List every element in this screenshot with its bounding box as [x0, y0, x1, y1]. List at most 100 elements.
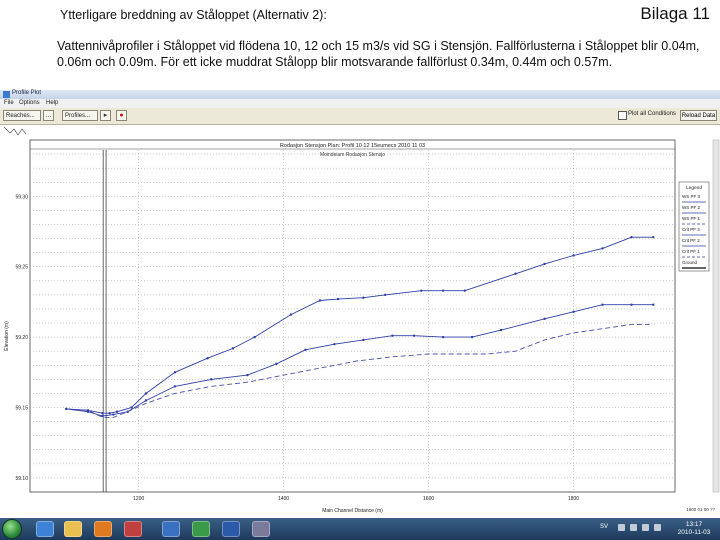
series-point-2 — [572, 310, 575, 313]
volume-icon[interactable] — [654, 524, 661, 531]
flag-icon[interactable] — [642, 524, 649, 531]
appendix-label: Bilaga 11 — [640, 4, 710, 23]
window-title: Profile Plot — [12, 90, 42, 96]
menu-file[interactable]: File — [4, 100, 14, 106]
series-point-1 — [601, 247, 604, 250]
reaches-button[interactable]: Reaches... — [3, 110, 41, 121]
toolbar: Reaches... … Profiles... ▸ ● Plot all Co… — [0, 108, 720, 125]
series-point-2 — [601, 303, 604, 306]
legend-entry-label: WS PF 3 — [682, 194, 700, 199]
plot-all-conditions-checkbox[interactable] — [618, 111, 627, 120]
ie-icon[interactable] — [36, 521, 54, 537]
media-player-icon[interactable] — [94, 521, 112, 537]
series-point-2 — [209, 378, 213, 381]
reaches-settings-button[interactable]: … — [43, 110, 54, 121]
legend-entry-label: Crit PF 1 — [682, 249, 700, 254]
series-point-2 — [499, 328, 503, 332]
profiles-button[interactable]: Profiles... — [62, 110, 98, 121]
series-point-1 — [101, 411, 104, 415]
series-point-1 — [652, 235, 655, 239]
series-point-2 — [144, 399, 148, 402]
clock-date: 2010-11-03 — [677, 529, 711, 536]
y-axis-label: Elevation (m) — [4, 321, 10, 351]
reload-data-button[interactable]: Reload Data — [680, 110, 717, 121]
play-button[interactable]: ▸ — [100, 110, 111, 121]
clock-time: 13:17 — [685, 521, 703, 528]
x-tick-label: 1800 — [568, 496, 579, 502]
menu-help[interactable]: Help — [46, 100, 58, 106]
x-tick-label: 1200 — [133, 496, 144, 502]
profile-plot-task-icon[interactable] — [252, 521, 270, 537]
series-point-1 — [543, 262, 546, 266]
plot-area: Rodasjon Stensjon Plan: Profil 10 12 15e… — [0, 125, 720, 518]
series-point-1 — [463, 289, 467, 292]
vertical-scrollbar — [712, 139, 720, 493]
menu-bar: File Options Help — [0, 99, 720, 108]
series-point-1 — [231, 347, 235, 350]
series-point-2 — [630, 303, 633, 306]
legend-entry-label: Crit PF 2 — [682, 238, 700, 243]
series-point-1 — [514, 272, 517, 275]
cross-section-thumbnail — [3, 126, 27, 136]
series-point-2 — [543, 317, 546, 321]
legend-entry-label: Crit PF 3 — [682, 227, 700, 232]
series-point-2 — [275, 362, 278, 366]
series-point-2 — [86, 410, 90, 413]
profile-plot-window: Profile Plot File Options Help Reaches..… — [0, 90, 720, 518]
excel-icon[interactable] — [192, 521, 210, 537]
network-icon[interactable] — [630, 524, 637, 531]
series-point-1 — [253, 335, 256, 339]
clock[interactable]: 13:17 2010-11-03 — [670, 521, 718, 537]
y-tick-label: 59.20 — [15, 335, 28, 341]
word-icon[interactable] — [222, 521, 240, 537]
series-point-1 — [383, 293, 387, 297]
ellipsis-icon: … — [45, 112, 52, 119]
legend-entry-label: Ground — [682, 260, 698, 265]
series-point-1 — [572, 254, 575, 257]
language-indicator[interactable]: SV — [600, 524, 608, 530]
series-point-1 — [173, 371, 177, 374]
series-point-1 — [144, 392, 148, 395]
series-point-2 — [652, 303, 655, 306]
app-icon — [3, 91, 10, 98]
stop-button[interactable]: ● — [116, 110, 127, 121]
document-title: Ytterligare breddning av Ståloppet (Alte… — [60, 8, 327, 22]
y-tick-label: 59.10 — [15, 476, 28, 482]
chart-subtitle: Moindeiam Rodasjon Stensjo — [320, 152, 385, 158]
corner-label: 1900 01 00 ?? — [686, 507, 715, 512]
series-point-1 — [108, 411, 111, 415]
series-point-2 — [391, 334, 394, 337]
y-tick-label: 59.15 — [15, 406, 28, 412]
profile-chart: Rodasjon Stensjon Plan: Profil 10 12 15e… — [3, 126, 720, 514]
series-point-1 — [289, 313, 293, 316]
x-axis-label: Main Channel Distance (m) — [322, 508, 383, 514]
series-point-2 — [412, 334, 416, 337]
legend-entry-label: WS PF 2 — [682, 205, 700, 210]
legend-title: Legend — [686, 185, 702, 191]
play-icon: ▸ — [103, 112, 108, 119]
series-point-2 — [333, 342, 336, 346]
series-point-1 — [115, 410, 119, 413]
series-point-2 — [362, 338, 365, 342]
tray-arrow-icon[interactable] — [618, 524, 625, 531]
series-point-2 — [246, 373, 249, 377]
series-point-2 — [304, 348, 307, 351]
start-button[interactable] — [2, 519, 22, 539]
series-point-2 — [112, 413, 115, 416]
document-description: Vattennivåprofiler i Ståloppet vid flöde… — [57, 39, 700, 69]
series-point-1 — [318, 299, 322, 302]
stop-icon: ● — [119, 112, 124, 119]
document-header: Ytterligare breddning av Ståloppet (Alte… — [0, 0, 720, 90]
hec-ras-icon[interactable] — [162, 521, 180, 537]
y-tick-label: 59.25 — [15, 265, 28, 271]
taskbar: SV 13:17 2010-11-03 — [0, 518, 720, 540]
legend-entry-label: WS PF 1 — [682, 216, 700, 221]
chart-title: Rodasjon Stensjon Plan: Profil 10 12 15e… — [280, 143, 425, 149]
window-titlebar[interactable]: Profile Plot — [0, 90, 720, 99]
x-tick-label: 1600 — [423, 496, 434, 502]
series-point-2 — [173, 385, 177, 388]
application-icon[interactable] — [124, 521, 142, 537]
menu-options[interactable]: Options — [19, 100, 40, 106]
folder-icon[interactable] — [64, 521, 82, 537]
plot-all-conditions-label: Plot all Conditions — [628, 111, 677, 117]
